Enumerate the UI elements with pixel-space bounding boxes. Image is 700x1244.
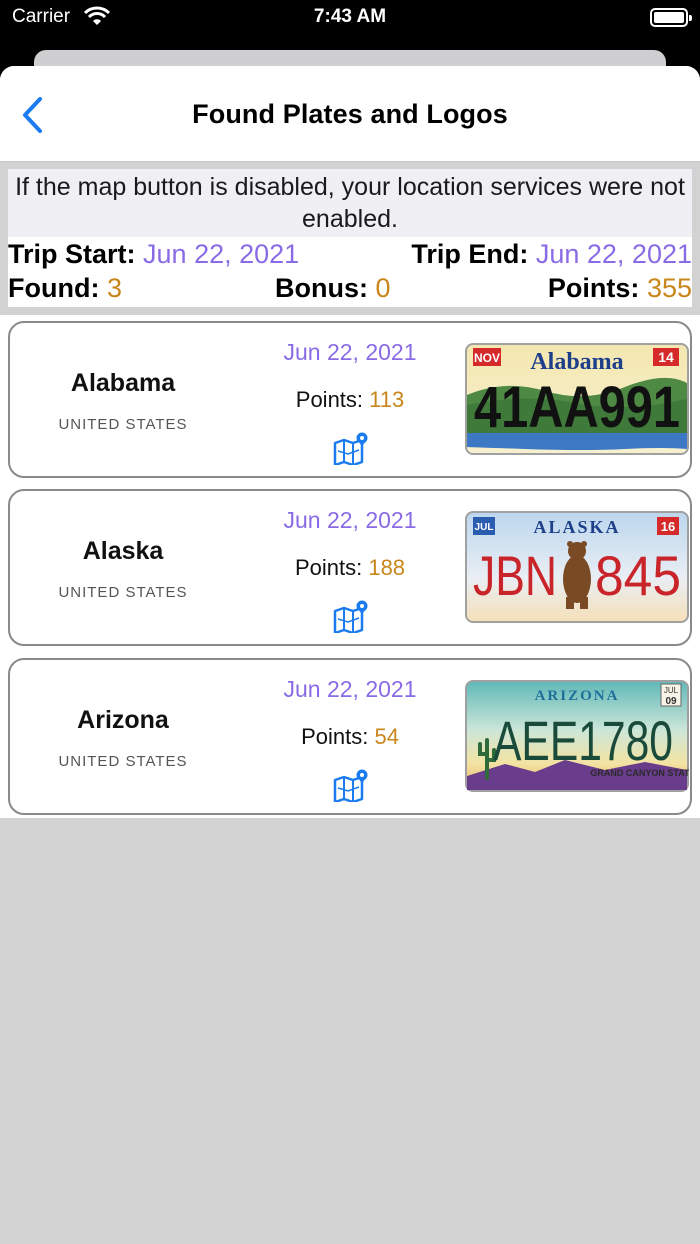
state-name: Alabama (70, 369, 176, 397)
list-item[interactable]: Alaska UNITED STATES Jun 22, 2021 Points… (8, 489, 692, 646)
country-name: UNITED STATES (58, 753, 188, 770)
points-stat: Points: 355 (548, 271, 692, 305)
found-date: Jun 22, 2021 (283, 339, 417, 365)
plate-number-right: 845 (595, 544, 681, 607)
list-item[interactable]: Arizona UNITED STATES Jun 22, 2021 Point… (8, 658, 692, 815)
plate-number-left: JBN (473, 544, 557, 607)
trip-end: Trip End: Jun 22, 2021 (411, 237, 692, 271)
plate-points: Points: 113 (250, 387, 450, 413)
plate-month: NOV (474, 351, 500, 365)
plate-state-header: ARIZONA (535, 688, 620, 704)
map-button[interactable] (333, 768, 369, 802)
bonus-label: Bonus: (275, 273, 368, 303)
trip-end-value: Jun 22, 2021 (535, 239, 692, 269)
found-stat: Found: 3 (8, 271, 122, 305)
found-date: Jun 22, 2021 (283, 676, 417, 702)
points-value: 54 (374, 724, 399, 749)
bonus-stat: Bonus: 0 (275, 271, 391, 305)
country-name: UNITED STATES (58, 584, 188, 601)
trip-start: Trip Start: Jun 22, 2021 (8, 237, 299, 271)
points-value: 113 (369, 387, 405, 412)
trip-start-label: Trip Start: (8, 239, 136, 269)
plate-footer: GRAND CANYON STATE (590, 768, 689, 778)
state-name: Alaska (82, 537, 164, 565)
found-value: 3 (106, 273, 123, 303)
plate-number: 41AA991 (474, 375, 680, 440)
trip-stats-row: Found: 3 Bonus: 0 Points: 355 (8, 271, 692, 305)
location-notice: If the map button is disabled, your loca… (8, 169, 692, 237)
plate-state-header: Alabama (530, 349, 623, 375)
map-button[interactable] (333, 431, 369, 465)
plate-month: JUL (664, 686, 679, 695)
plate-state-header: ALASKA (533, 517, 620, 537)
points-label: Points: (294, 555, 363, 580)
map-button[interactable] (333, 599, 369, 633)
map-pin-icon (333, 432, 368, 465)
clock: 7:43 AM (313, 6, 387, 27)
found-date: Jun 22, 2021 (283, 507, 417, 533)
plate-points: Points: 188 (250, 555, 450, 581)
arizona-plate-image: JUL 09 ARIZONA AEE1780 GRAND CANYON STAT… (465, 680, 689, 792)
trip-end-label: Trip End: (411, 239, 529, 269)
points-label: Points: (295, 387, 364, 412)
modal-sheet: Found Plates and Logos If the map button… (0, 66, 700, 1244)
battery-icon (650, 8, 692, 27)
trip-dates-row: Trip Start: Jun 22, 2021 Trip End: Jun 2… (8, 237, 692, 271)
map-pin-icon (333, 600, 368, 633)
map-pin-icon (333, 769, 368, 802)
list-item[interactable]: Alabama UNITED STATES Jun 22, 2021 Point… (8, 321, 692, 478)
trip-summary: If the map button is disabled, your loca… (8, 169, 692, 307)
plate-year: 16 (661, 519, 675, 534)
state-name: Arizona (77, 706, 169, 734)
alabama-plate-image: NOV 14 Alabama 41AA991 (465, 343, 689, 455)
plate-month: JUL (475, 522, 494, 533)
plate-number: AEE1780 (493, 709, 673, 772)
points-label: Points: (547, 273, 640, 303)
bonus-value: 0 (375, 273, 391, 303)
alaska-plate-image: JUL 16 ALASKA JBN 845 (465, 511, 689, 623)
plate-year: 09 (665, 696, 677, 707)
points-value: 355 (646, 273, 692, 303)
trip-start-value: Jun 22, 2021 (143, 239, 300, 269)
status-bar: Carrier 7:43 AM (0, 0, 700, 40)
points-label: Points: (301, 724, 369, 749)
plate-points: Points: 54 (250, 724, 450, 750)
points-value: 188 (368, 555, 406, 580)
found-plates-list: Alabama UNITED STATES Jun 22, 2021 Point… (0, 315, 700, 818)
country-name: UNITED STATES (58, 416, 188, 433)
navigation-bar: Found Plates and Logos (0, 66, 700, 162)
found-label: Found: (8, 273, 100, 303)
page-title: Found Plates and Logos (192, 99, 508, 129)
plate-year: 14 (658, 349, 674, 365)
